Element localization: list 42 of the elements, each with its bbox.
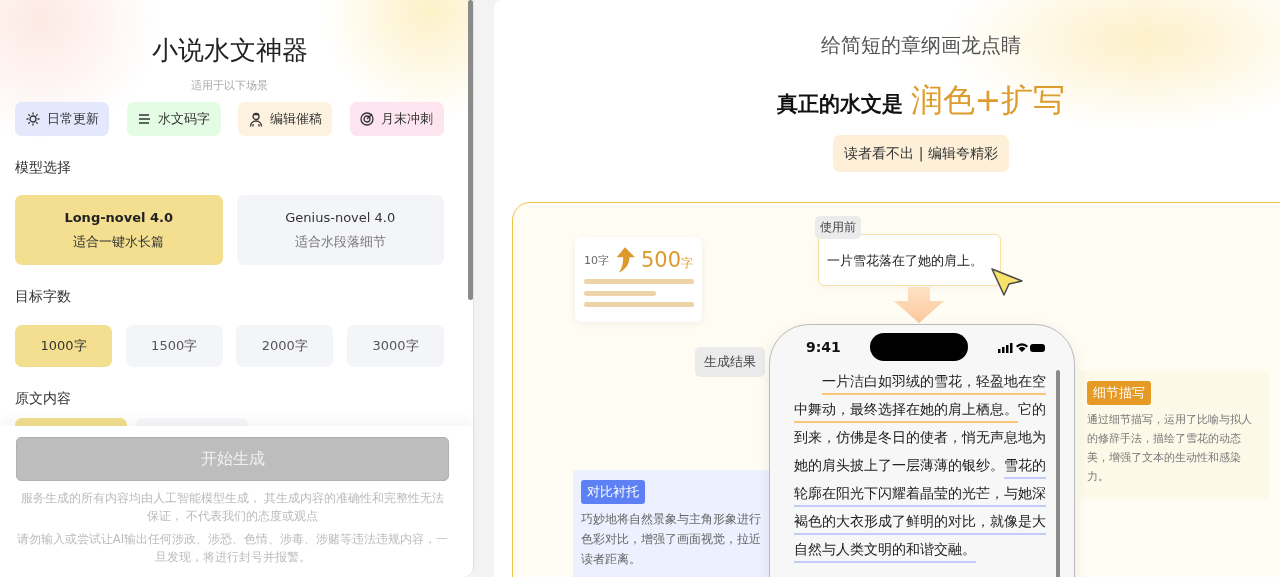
model-option[interactable]: Genius-novel 4.0 适合水段落细节	[236, 195, 444, 265]
annotation-tag: 对比衬托	[581, 480, 645, 504]
sun-icon	[25, 112, 40, 126]
headline-highlight: 润色+扩写	[910, 80, 1066, 121]
up-arrow-icon	[614, 246, 636, 274]
app-title: 小说水文神器	[150, 34, 309, 67]
status-time: 9:41	[806, 339, 841, 355]
scene-label: 水文码字	[157, 110, 210, 128]
feature-badge: 读者看不出 | 编辑夸精彩	[833, 135, 1009, 172]
text-lines-icon	[584, 279, 694, 307]
annotation-text: 巧妙地将自然景象与主角形象进行色彩对比，增强了画面视觉，拉近读者距离。	[581, 511, 762, 568]
result-tag: 生成结果	[695, 347, 765, 377]
length-option[interactable]: 2000字	[236, 325, 334, 367]
headline-text: 真正的水文是	[776, 91, 903, 118]
scrollbar[interactable]	[1056, 370, 1060, 577]
annotation-tag: 细节描写	[1087, 381, 1151, 405]
target-count: 500字	[640, 248, 693, 272]
cursor-icon	[990, 267, 1024, 297]
section-label: 目标字数	[15, 287, 72, 306]
annotation-text: 通过细节描写，运用了比喻与拟人的修辞手法，描绘了雪花的动态美，增强了文本的生动性和感染力。	[1087, 412, 1253, 485]
person-icon	[248, 111, 263, 127]
length-option[interactable]: 1000字	[15, 325, 112, 367]
section-label: 原文内容	[15, 389, 72, 408]
down-arrow-icon	[894, 287, 944, 323]
status-icons	[998, 341, 1046, 353]
length-option[interactable]: 3000字	[346, 325, 444, 367]
scene-caption: 适用于以下场景	[190, 78, 269, 94]
from-count: 10字	[584, 252, 609, 268]
before-text: 一片雪花落在了她的肩上。	[818, 234, 1001, 286]
length-option[interactable]: 1500字	[125, 325, 223, 367]
scene-label: 月末冲刺	[381, 110, 434, 128]
before-tag: 使用前	[815, 216, 861, 239]
disclaimer-text: 服务生成的所有内容均由人工智能模型生成， 其生成内容的准确性和完整性无法保证， 不代表我们的态度或观点	[19, 490, 446, 525]
model-option[interactable]: Long-novel 4.0 适合一键水长篇	[15, 195, 223, 265]
scene-label: 编辑催稿	[269, 110, 322, 128]
scrollbar[interactable]	[468, 0, 473, 300]
scene-label: 日常更新	[46, 110, 99, 128]
target-icon	[360, 112, 375, 126]
tagline: 给简短的章纲画龙点睛	[821, 32, 1021, 59]
story-paragraph: 一片洁白如羽绒的雪花，轻盈地在空中舞动，最终选择在她的肩上栖息。它的到来，仿佛是冬日的使者，悄无声息地为她的肩头披上了一层薄薄的银纱。雪花的轮廓在阳光下闪耀着晶莹的光芒，与她深褐色的大衣形成了鲜明的对比，就像是大自然与人类文明的和谐交融。	[794, 372, 1047, 559]
section-label: 模型选择	[15, 158, 72, 177]
lines-icon	[137, 113, 151, 125]
